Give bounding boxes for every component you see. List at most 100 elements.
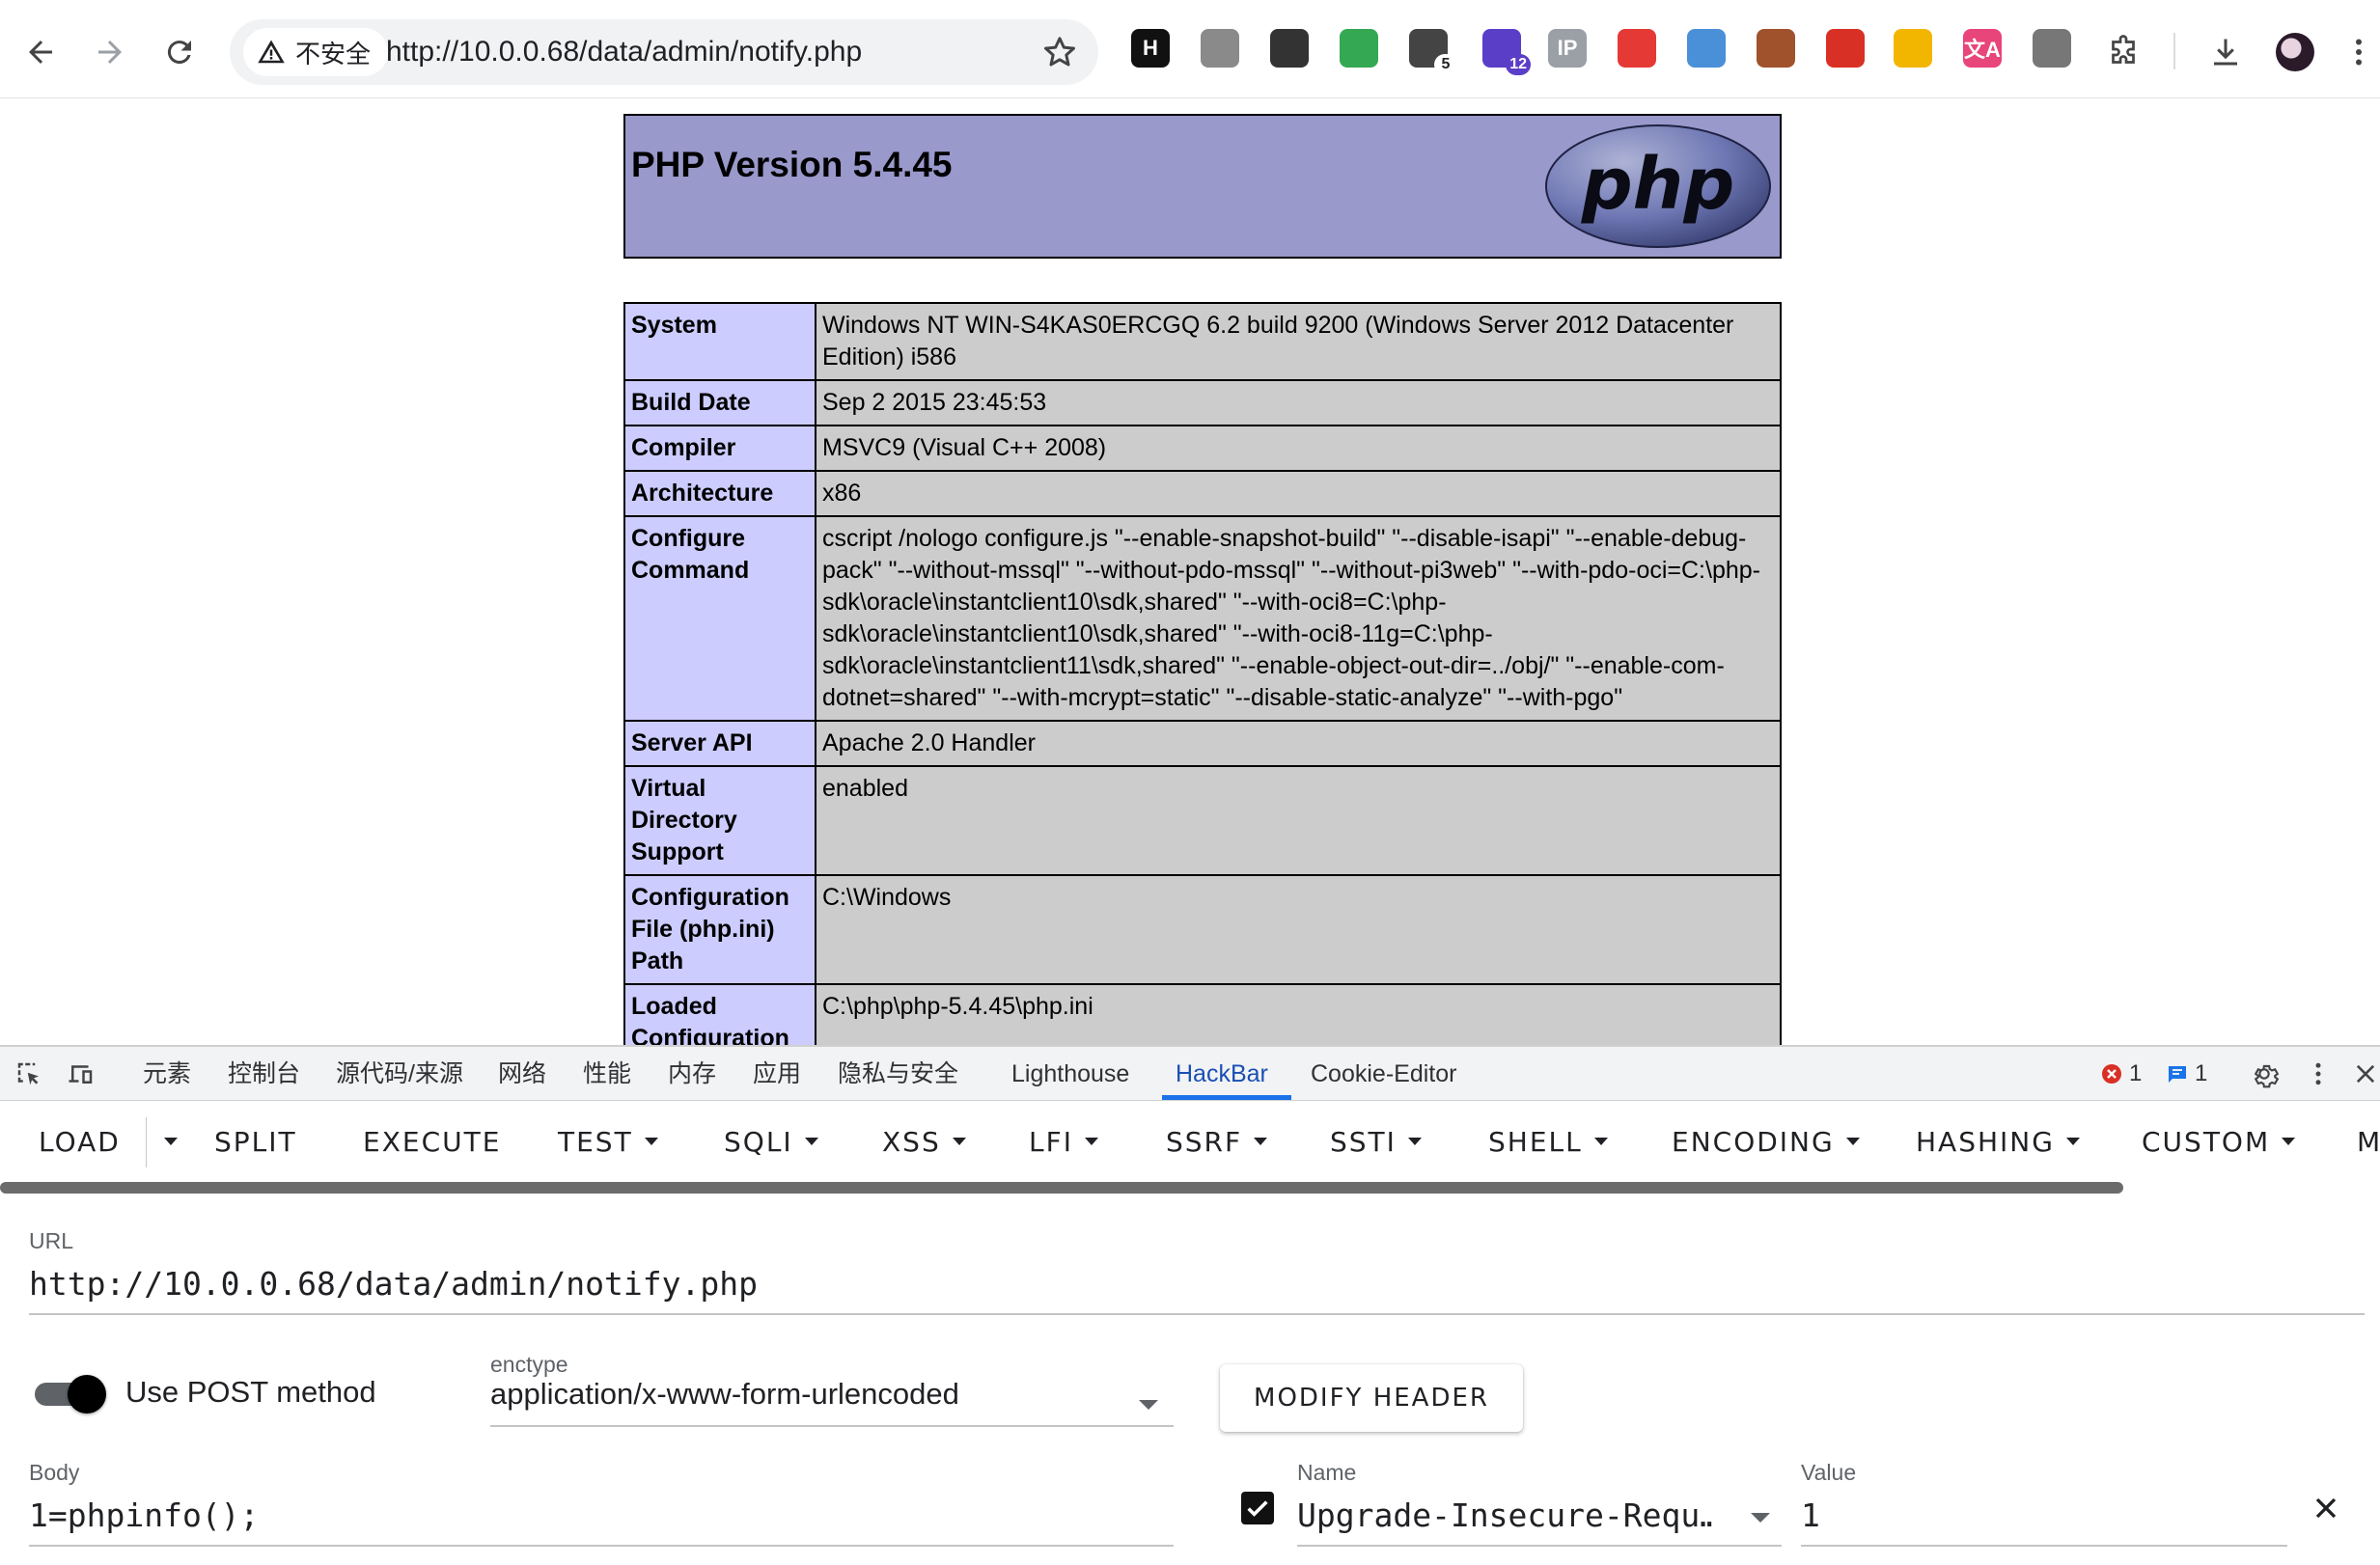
avatar <box>2276 33 2314 71</box>
remove-header-icon[interactable] <box>2309 1491 2343 1525</box>
warning-icon <box>258 40 285 64</box>
devtools-tab-10[interactable]: Cookie-Editor <box>1311 1047 1456 1101</box>
chevron-down-icon <box>1845 1138 1860 1145</box>
chevron-down-icon <box>1084 1138 1098 1145</box>
devtools-close-button[interactable] <box>2351 1057 2380 1091</box>
body-field-underline <box>29 1545 1174 1547</box>
profile-button[interactable] <box>2268 25 2322 79</box>
row-value: C:\Windows <box>815 874 1782 985</box>
xss-menu[interactable]: XSS <box>882 1102 966 1183</box>
lfi-menu[interactable]: LFI <box>1029 1102 1098 1183</box>
sqli-menu[interactable]: SQLI <box>724 1102 818 1183</box>
chevron-down-icon <box>804 1138 818 1145</box>
error-icon <box>2102 1064 2121 1084</box>
hat-icon[interactable] <box>1270 29 1309 68</box>
graduation-icon[interactable]: 12 <box>1482 29 1531 75</box>
cookie-icon[interactable] <box>1757 29 1795 68</box>
hackbar-icon-glyph: H <box>1143 36 1158 60</box>
devtools-tab-1[interactable]: 控制台 <box>228 1047 300 1101</box>
table-row: Server API Apache 2.0 Handler <box>623 720 1782 767</box>
check-icon <box>1247 1500 1268 1517</box>
puzzle-extensions-button[interactable] <box>2096 25 2150 79</box>
blocked-ext-icon[interactable] <box>2033 29 2071 68</box>
devtools-tab-8[interactable]: Lighthouse <box>1011 1047 1129 1101</box>
ip-lookup-icon[interactable]: IP <box>1548 29 1587 68</box>
inspect-element-button[interactable] <box>12 1057 46 1091</box>
devtools-tab-5[interactable]: 内存 <box>668 1047 716 1101</box>
enctype-dropdown-icon[interactable] <box>1139 1400 1158 1410</box>
php-header: PHP Version 5.4.45 php <box>623 114 1782 259</box>
pokeball-icon[interactable] <box>1826 29 1865 68</box>
hashing-menu[interactable]: HASHING <box>1916 1102 2080 1183</box>
ssti-menu[interactable]: SSTI <box>1330 1102 1422 1183</box>
shield-check-icon[interactable] <box>1340 29 1378 68</box>
row-value: MSVC9 (Visual C++ 2008) <box>815 425 1782 472</box>
hackbar-icon[interactable]: H <box>1131 29 1170 68</box>
devtools-more-button[interactable] <box>2301 1057 2336 1091</box>
test-menu[interactable]: TEST <box>558 1102 658 1183</box>
browser-menu-button[interactable] <box>2339 25 2378 79</box>
header-enabled-checkbox[interactable] <box>1241 1492 1274 1524</box>
devtools-tab-7[interactable]: 隐私与安全 <box>838 1047 958 1101</box>
more-menu[interactable]: M <box>2357 1102 2380 1183</box>
custom-menu[interactable]: CUSTOM <box>2142 1102 2296 1183</box>
back-button[interactable] <box>14 25 68 79</box>
devtools-tab-2[interactable]: 源代码/来源 <box>336 1047 463 1101</box>
download-icon <box>2214 39 2237 66</box>
enctype-select[interactable]: application/x-www-form-urlencoded <box>490 1377 959 1412</box>
screenshot-icon[interactable]: 5 <box>1409 29 1457 75</box>
row-value: C:\php\php-5.4.45\php.ini <box>815 983 1782 1045</box>
sqli-label: SQLI <box>724 1126 793 1158</box>
message-counter[interactable]: 1 <box>2166 1057 2207 1091</box>
shell-menu[interactable]: SHELL <box>1488 1102 1608 1183</box>
load-button[interactable]: LOAD <box>39 1102 121 1183</box>
address-bar[interactable]: 不安全 http://10.0.0.68/data/admin/notify.p… <box>230 19 1098 85</box>
devtools-tab-0[interactable]: 元素 <box>143 1047 191 1101</box>
encoding-menu[interactable]: ENCODING <box>1672 1102 1860 1183</box>
reload-button[interactable] <box>152 25 207 79</box>
ssti-label: SSTI <box>1330 1126 1397 1158</box>
error-counter[interactable]: 1 <box>2100 1057 2142 1091</box>
record-icon[interactable] <box>1201 29 1239 68</box>
device-icon <box>69 1065 93 1084</box>
modify-header-button[interactable]: MODIFY HEADER <box>1220 1364 1523 1432</box>
execute-button[interactable]: EXECUTE <box>363 1102 501 1183</box>
body-field[interactable]: 1=phpinfo(); <box>29 1496 1168 1534</box>
devtools-settings-button[interactable] <box>2247 1057 2282 1091</box>
table-row: System Windows NT WIN-S4KAS0ERCGQ 6.2 bui… <box>623 302 1782 381</box>
url-text[interactable]: http://10.0.0.68/data/admin/notify.php <box>386 19 862 85</box>
scrollbar-thumb[interactable] <box>0 1182 2123 1194</box>
post-method-toggle[interactable] <box>31 1373 108 1415</box>
menu-scrollbar[interactable] <box>0 1182 2380 1195</box>
devtools-tab-6[interactable]: 应用 <box>753 1047 801 1101</box>
chevron-down-icon <box>1254 1138 1268 1145</box>
header-name-dropdown-icon[interactable] <box>1751 1513 1770 1523</box>
php-logo-icon: php <box>1545 124 1771 248</box>
header-value-field[interactable]: 1 <box>1801 1496 2283 1534</box>
mask-icon[interactable] <box>1687 29 1726 68</box>
devtools-tab-3[interactable]: 网络 <box>498 1047 546 1101</box>
close-icon <box>2356 1064 2375 1084</box>
translate-icon[interactable]: 文A <box>1963 29 2002 68</box>
load-dropdown-button[interactable] <box>152 1102 178 1183</box>
bookmark-star-icon[interactable] <box>1040 33 1079 71</box>
ssrf-menu[interactable]: SSRF <box>1166 1102 1268 1183</box>
url-field[interactable]: http://10.0.0.68/data/admin/notify.php <box>29 1265 2345 1303</box>
devtools-tab-9[interactable]: HackBar <box>1176 1047 1268 1101</box>
split-button[interactable]: SPLIT <box>214 1102 297 1183</box>
device-toolbar-button[interactable] <box>64 1057 98 1091</box>
row-key: Server API <box>623 720 816 767</box>
url-field-label: URL <box>29 1228 74 1253</box>
security-indicator[interactable]: 不安全 <box>243 28 389 76</box>
translate-icon-glyph: 文A <box>1964 38 2001 62</box>
row-key: Configuration File (php.ini) Path <box>623 874 816 985</box>
red-ext-icon[interactable] <box>1618 29 1656 68</box>
header-name-select[interactable]: Upgrade-Insecure-Requ… <box>1297 1496 1712 1534</box>
forward-button[interactable] <box>83 25 137 79</box>
table-row: Build Date Sep 2 2015 23:45:53 <box>623 379 1782 426</box>
devtools-tab-4[interactable]: 性能 <box>583 1047 631 1101</box>
php-logo-text: php <box>1581 143 1735 226</box>
downloads-button[interactable] <box>2199 25 2253 79</box>
active-tab-indicator <box>1162 1095 1291 1100</box>
cat-icon[interactable] <box>1894 29 1932 68</box>
